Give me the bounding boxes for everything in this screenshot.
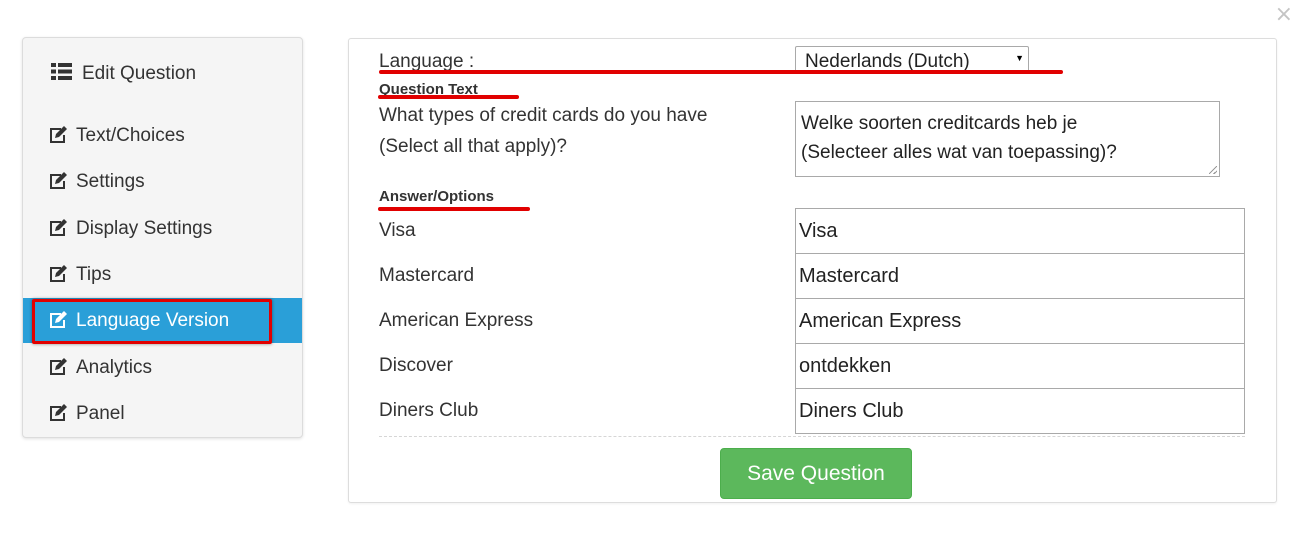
answer-options-section-title: Answer/Options bbox=[379, 188, 495, 205]
answer-original-label: American Express bbox=[379, 310, 534, 331]
answer-translation-input[interactable]: Visa bbox=[795, 208, 1245, 254]
edit-icon bbox=[48, 219, 67, 238]
sidebar-item-label: Panel bbox=[76, 402, 125, 424]
answer-original-label: Mastercard bbox=[379, 265, 475, 286]
sidebar-item-label: Tips bbox=[76, 263, 112, 285]
sidebar-item-settings[interactable]: Settings bbox=[23, 159, 302, 204]
question-original-line2: (Select all that apply)? bbox=[379, 136, 567, 157]
annotation-underline bbox=[378, 207, 530, 211]
sidebar-item-label: Language Version bbox=[76, 309, 230, 331]
dropdown-caret-icon: ▼ bbox=[1015, 53, 1024, 63]
sidebar-item-text-choices[interactable]: Text/Choices bbox=[23, 113, 302, 158]
sidebar-item-language-version[interactable]: Language Version bbox=[23, 298, 302, 344]
language-select-value: Nederlands (Dutch) bbox=[805, 51, 970, 72]
sidebar-header-label: Edit Question bbox=[82, 63, 197, 84]
question-translation-line1: Welke soorten creditcards heb je bbox=[801, 113, 1078, 134]
sidebar-item-label: Analytics bbox=[76, 356, 153, 378]
close-icon[interactable]: × bbox=[1275, 4, 1293, 26]
answer-translation-value: Mastercard bbox=[799, 265, 900, 287]
sidebar-header: Edit Question bbox=[23, 38, 302, 110]
edit-icon bbox=[48, 358, 67, 377]
question-translation-line2: (Selecteer alles wat van toepassing)? bbox=[801, 142, 1117, 163]
answer-translation-value: Visa bbox=[799, 220, 838, 242]
answer-translation-value: American Express bbox=[799, 310, 962, 332]
annotation-underline bbox=[378, 95, 519, 99]
save-question-label: Save Question bbox=[747, 461, 885, 485]
answer-translation-input[interactable]: Diners Club bbox=[795, 388, 1245, 434]
annotation-underline bbox=[379, 70, 1063, 74]
edit-icon bbox=[48, 404, 67, 423]
save-question-button[interactable]: Save Question bbox=[720, 448, 912, 499]
edit-icon bbox=[48, 172, 67, 191]
divider bbox=[379, 436, 1245, 437]
sidebar-item-analytics[interactable]: Analytics bbox=[23, 345, 302, 390]
answer-translation-input[interactable]: ontdekken bbox=[795, 343, 1245, 389]
sidebar-item-panel[interactable]: Panel bbox=[23, 391, 302, 436]
edit-icon bbox=[48, 126, 67, 145]
sidebar-item-label: Display Settings bbox=[76, 217, 213, 239]
answer-translation-value: ontdekken bbox=[799, 355, 892, 377]
question-original-line1: What types of credit cards do you have bbox=[379, 105, 708, 126]
answer-original-label: Diners Club bbox=[379, 400, 479, 421]
sidebar: Edit Question Text/Choices Settings Disp… bbox=[22, 37, 303, 438]
resize-grip-icon[interactable] bbox=[1209, 166, 1217, 174]
list-icon bbox=[51, 62, 72, 86]
answer-translation-input[interactable]: Mastercard bbox=[795, 253, 1245, 299]
answer-original-label: Visa bbox=[379, 220, 416, 241]
question-translation-textarea[interactable]: Welke soorten creditcards heb je (Select… bbox=[795, 101, 1220, 177]
sidebar-item-label: Settings bbox=[76, 170, 145, 192]
answer-translation-input[interactable]: American Express bbox=[795, 298, 1245, 344]
language-version-panel: Language : Nederlands (Dutch) ▼ Question… bbox=[348, 38, 1277, 503]
edit-icon bbox=[48, 265, 67, 284]
sidebar-item-label: Text/Choices bbox=[76, 124, 185, 146]
sidebar-item-tips[interactable]: Tips bbox=[23, 252, 302, 297]
edit-icon bbox=[48, 311, 67, 330]
sidebar-item-display-settings[interactable]: Display Settings bbox=[23, 206, 302, 251]
answer-translation-value: Diners Club bbox=[799, 400, 904, 422]
answer-original-label: Discover bbox=[379, 355, 453, 376]
